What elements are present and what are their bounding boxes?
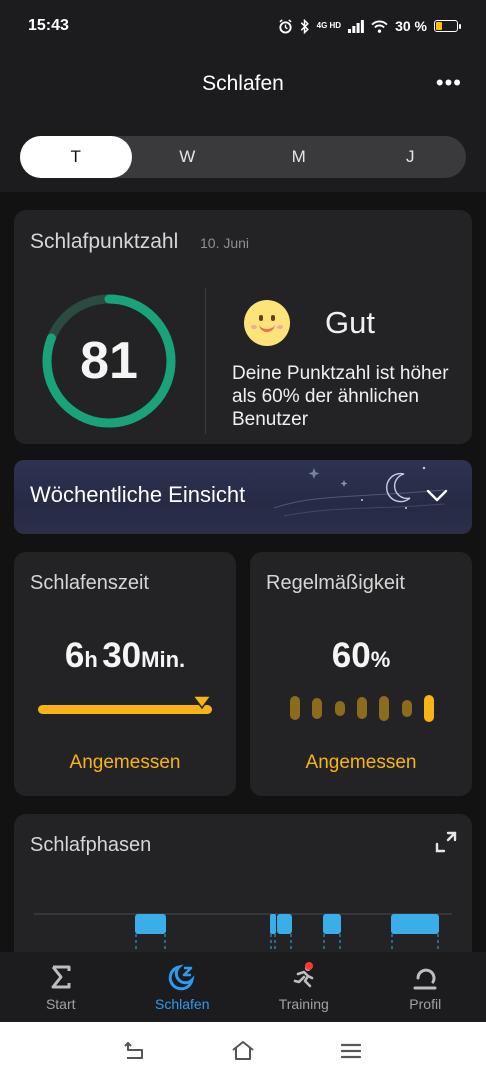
weekly-insight-banner[interactable]: Wöchentliche Einsicht xyxy=(14,460,472,534)
phase-blocks xyxy=(135,914,439,934)
chevron-down-icon[interactable] xyxy=(424,482,450,508)
phase-block xyxy=(391,914,439,934)
running-icon xyxy=(293,965,314,988)
smiley-face-icon xyxy=(244,300,290,346)
back-icon[interactable] xyxy=(122,1038,148,1064)
smiley-cheek xyxy=(251,325,257,329)
phase-lines xyxy=(135,934,439,952)
score-rating: Gut xyxy=(325,305,375,340)
nav-start[interactable]: Start xyxy=(0,952,122,1022)
regularity-day-bar xyxy=(334,700,345,716)
smiley-eye xyxy=(259,315,263,321)
period-selector: T W M J xyxy=(20,136,466,178)
sleep-phases-card[interactable]: Schlafphasen xyxy=(14,814,472,952)
phase-block xyxy=(277,914,292,934)
profile-icon xyxy=(413,968,437,990)
sleep-time-title: Schlafenszeit xyxy=(30,572,149,594)
sleep-hours: 6 xyxy=(64,636,85,675)
smiley-mouth xyxy=(259,324,275,332)
nav-label: Schlafen xyxy=(155,996,210,1012)
battery-text: 30 % xyxy=(395,18,427,34)
regularity-day-bar xyxy=(423,694,434,722)
notification-dot xyxy=(305,962,313,970)
regularity-unit: % xyxy=(370,647,391,672)
sleep-phase-chart xyxy=(34,913,452,952)
battery-icon xyxy=(434,20,461,32)
smiley-eye xyxy=(271,315,275,321)
nav-label: Start xyxy=(45,996,76,1012)
sleep-time-status: Angemessen xyxy=(69,752,181,773)
regularity-title: Regelmäßigkeit xyxy=(266,572,405,594)
app-header: Schlafen ••• xyxy=(0,52,486,116)
tab-day[interactable]: T xyxy=(20,136,132,178)
regularity-card[interactable]: Regelmäßigkeit 60% Angemessen xyxy=(250,552,472,796)
alarm-icon xyxy=(279,18,292,34)
page-title: Schlafen xyxy=(202,72,284,95)
regularity-status: Angemessen xyxy=(305,752,417,773)
regularity-value: 60% xyxy=(250,636,472,676)
regularity-day-bar xyxy=(290,696,300,720)
smiley-cheek xyxy=(277,325,283,329)
sleep-minutes-unit: Min. xyxy=(141,647,186,672)
bottom-nav: Start Schlafen Training Profil xyxy=(0,952,486,1022)
more-options-button[interactable]: ••• xyxy=(436,70,462,96)
menu-icon[interactable] xyxy=(338,1038,364,1064)
nav-label: Profil xyxy=(409,996,442,1012)
score-title: Schlafpunktzahl xyxy=(30,230,179,253)
regularity-day-bar xyxy=(356,697,367,719)
sleep-minutes: 30 xyxy=(102,636,142,675)
status-bar: 15:43 4G HD 30 % xyxy=(0,0,486,52)
phase-block xyxy=(270,914,276,934)
sleep-duration: 6h 30Min. xyxy=(14,636,236,676)
phase-block xyxy=(135,914,166,934)
nav-label: Training xyxy=(278,996,329,1012)
main-content[interactable]: Schlafpunktzahl 10. Juni 81 Gut Deine Pu… xyxy=(0,192,486,952)
insight-title: Wöchentliche Einsicht xyxy=(30,482,246,507)
tab-year[interactable]: J xyxy=(355,136,467,178)
sleep-time-marker-icon xyxy=(192,695,212,709)
sleep-time-card[interactable]: Schlafenszeit 6h 30Min. Angemessen xyxy=(14,552,236,796)
regularity-day-bars xyxy=(290,694,434,722)
score-date: 10. Juni xyxy=(200,235,250,251)
score-value: 81 xyxy=(80,332,138,390)
network-label: 4G HD xyxy=(316,21,342,30)
battery-fill xyxy=(436,22,442,30)
score-divider xyxy=(205,288,206,434)
night-sky-decoration-icon xyxy=(274,466,444,517)
sleep-phases-title: Schlafphasen xyxy=(30,834,152,856)
moon-z-icon xyxy=(169,964,195,991)
regularity-day-bar xyxy=(379,695,390,721)
signal-icon xyxy=(348,19,364,33)
sleep-score-card[interactable]: Schlafpunktzahl 10. Juni 81 Gut Deine Pu… xyxy=(14,210,472,444)
regularity-number: 60 xyxy=(331,636,371,675)
wifi-icon xyxy=(371,20,388,33)
sigma-icon xyxy=(51,965,71,989)
nav-profil[interactable]: Profil xyxy=(365,952,486,1022)
status-time: 15:43 xyxy=(28,17,69,34)
nav-schlafen[interactable]: Schlafen xyxy=(122,952,244,1022)
sleep-hours-unit: h xyxy=(84,647,98,672)
expand-icon[interactable] xyxy=(434,830,458,854)
home-icon[interactable] xyxy=(230,1038,256,1064)
regularity-day-bar xyxy=(312,697,323,719)
phase-block xyxy=(323,914,341,934)
tab-month[interactable]: M xyxy=(243,136,355,178)
regularity-day-bar xyxy=(401,699,412,717)
score-description: Deine Punktzahl ist höher als 60% der äh… xyxy=(232,363,449,430)
nav-training[interactable]: Training xyxy=(243,952,365,1022)
system-nav-bar xyxy=(0,1022,486,1080)
status-icons: 4G HD 30 % xyxy=(278,18,461,34)
sleep-time-bar xyxy=(38,705,212,714)
tab-week[interactable]: W xyxy=(132,136,244,178)
bluetooth-icon xyxy=(300,18,309,34)
